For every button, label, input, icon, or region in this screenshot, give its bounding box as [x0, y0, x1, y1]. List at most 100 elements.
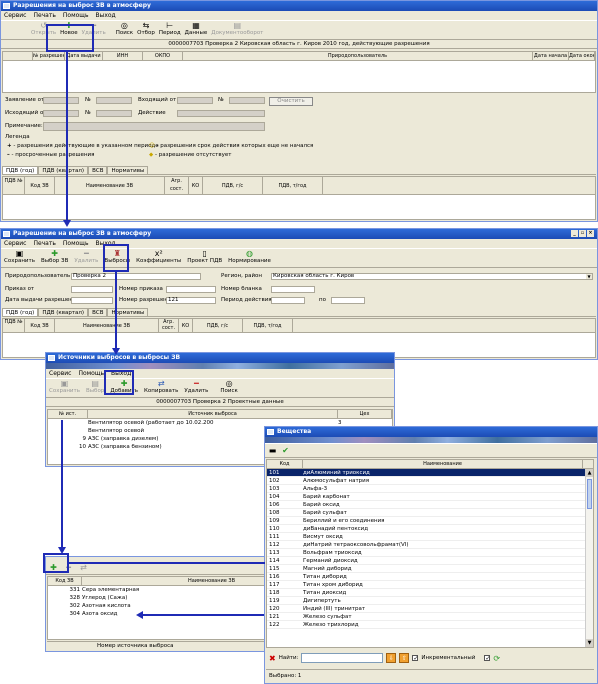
incoming-date-field[interactable]: [177, 97, 213, 104]
save-button-3[interactable]: ▣ Сохранить: [49, 379, 80, 395]
permits-grid[interactable]: № разрешения Дата выдачи ИНН ОКПО Природ…: [2, 51, 596, 93]
col-pdv-gs-2[interactable]: ПДВ, г/с: [193, 319, 243, 332]
col-okpo[interactable]: ОКПО: [143, 52, 183, 60]
col-ko[interactable]: КО: [189, 177, 203, 194]
tab-pdv-quarter[interactable]: ПДВ (квартал): [38, 166, 89, 174]
substance-row[interactable]: 112 диНатрий тетраоксовольфрамат(VI): [267, 541, 593, 549]
substance-row[interactable]: 103 Альфа-3: [267, 485, 593, 493]
select-zv-button[interactable]: ✚ Выбор ЗВ: [41, 249, 68, 265]
order-date-field[interactable]: [71, 286, 113, 293]
menu-help[interactable]: Помощь: [63, 11, 89, 20]
copy-button[interactable]: ⇄ Копировать: [144, 379, 178, 395]
application-date-field[interactable]: [43, 97, 79, 104]
normalization-button[interactable]: ◍ Нормирование: [228, 249, 271, 265]
period-to-field[interactable]: [331, 297, 365, 304]
close-icon[interactable]: ×: [587, 230, 594, 237]
col-source-name[interactable]: Источник выброса: [88, 410, 338, 418]
blank-number-field[interactable]: [271, 286, 315, 293]
substance-row[interactable]: 101 диАлюминий триоксид: [267, 469, 593, 477]
select-button-3[interactable]: ▤ Выбор: [86, 379, 104, 395]
period-button[interactable]: ⊢ Период: [159, 21, 181, 37]
col-pdv-ty[interactable]: ПДВ, т/год: [263, 177, 323, 194]
tab-vsv-2[interactable]: ВСВ: [88, 308, 108, 316]
outgoing-date-field[interactable]: [43, 110, 79, 117]
permit-number-field[interactable]: 121: [166, 297, 216, 304]
substance-row[interactable]: 111 Висмут оксид: [267, 533, 593, 541]
dropdown-arrow-icon[interactable]: ▼: [586, 274, 592, 279]
col-inn[interactable]: ИНН: [103, 52, 143, 60]
tab-pdv-quarter-2[interactable]: ПДВ (квартал): [38, 308, 89, 316]
col-zv-code[interactable]: Код ЗВ: [25, 177, 55, 194]
substance-row[interactable]: 118 Титан диоксид: [267, 589, 593, 597]
substance-row[interactable]: 114 Германий диоксид: [267, 557, 593, 565]
search-button[interactable]: ◎ Поиск: [116, 21, 133, 37]
menu-service-3[interactable]: Сервис: [49, 369, 71, 378]
tab-vsv[interactable]: ВСВ: [88, 166, 108, 174]
substance-row[interactable]: 116 Титан диборид: [267, 573, 593, 581]
col-substance-name[interactable]: Наименование: [303, 460, 583, 468]
delete-button-3[interactable]: ━ Удалить: [184, 379, 208, 395]
scroll-down-icon[interactable]: ▼: [586, 639, 593, 647]
col-user[interactable]: Природопользователь: [183, 52, 533, 60]
substance-row[interactable]: 113 Вольфрам триоксид: [267, 549, 593, 557]
outgoing-number-field[interactable]: [96, 110, 132, 117]
substance-row[interactable]: 109 Бериллий и его соединения: [267, 517, 593, 525]
col-zv-code-2[interactable]: Код ЗВ: [25, 319, 55, 332]
filter-button[interactable]: ⇆ Отбор: [137, 21, 155, 37]
col-pdv-no[interactable]: ПДВ №: [3, 177, 25, 194]
substance-row[interactable]: 119 Дигипертуть: [267, 597, 593, 605]
menu-service-2[interactable]: Сервис: [4, 239, 26, 248]
filter-checkbox[interactable]: ✓: [484, 655, 490, 662]
col-pdv-gs[interactable]: ПДВ, г/с: [203, 177, 263, 194]
col-substance-code[interactable]: Код: [267, 460, 303, 468]
substance-row[interactable]: 104 Барий карбонат: [267, 493, 593, 501]
substance-row[interactable]: 108 Барий сульфат: [267, 509, 593, 517]
substance-row[interactable]: 102 Алюмосульфат натрия: [267, 477, 593, 485]
note-field[interactable]: [43, 122, 265, 131]
col-source-no[interactable]: № ист.: [48, 410, 88, 418]
substance-row[interactable]: 120 Индий (III) тринитрат: [267, 605, 593, 613]
col-ko-2[interactable]: КО: [179, 319, 193, 332]
tab-pdv-year-2[interactable]: ПДВ (год): [2, 308, 39, 316]
project-pdv-button[interactable]: ▯ Проект ПДВ: [187, 249, 222, 265]
menu-help-3[interactable]: Помощь: [78, 369, 104, 378]
substance-search-input[interactable]: [301, 653, 384, 663]
menu-exit[interactable]: Выход: [95, 11, 115, 20]
maximize-icon[interactable]: ▫: [579, 230, 586, 237]
coefficients-button[interactable]: x² Коэффициенты: [136, 249, 181, 265]
col-zv-name-2[interactable]: Наименование ЗВ: [55, 319, 159, 332]
col-issue-date[interactable]: Дата выдачи: [65, 52, 103, 60]
col-permit-no[interactable]: № разрешения: [33, 52, 65, 60]
delete-button-2[interactable]: ━ Удалить: [74, 249, 98, 265]
user-field[interactable]: Проверка 2: [71, 273, 201, 280]
col-agr-2[interactable]: Агр. сост.: [159, 319, 179, 332]
issue-date-field[interactable]: [71, 297, 113, 304]
col-end-date[interactable]: Дата окон: [569, 52, 595, 60]
incremental-checkbox[interactable]: ✓: [412, 655, 418, 662]
substance-row[interactable]: 115 Магний диборид: [267, 565, 593, 573]
substances-grid[interactable]: Код Наименование 101 диАлюминий триоксид 1…: [266, 459, 594, 648]
col-start-date[interactable]: Дата начала: [533, 52, 569, 60]
tab-pdv-year[interactable]: ПДВ (год): [2, 166, 39, 174]
tab-norms-2[interactable]: Нормативы: [107, 308, 149, 316]
order-number-field[interactable]: [166, 286, 216, 293]
refresh-icon[interactable]: ⟳: [493, 654, 500, 663]
menu-print[interactable]: Печать: [33, 11, 55, 20]
copy-pollutant-button[interactable]: ⇄: [79, 563, 88, 572]
substance-row[interactable]: 117 Титан хром диборид: [267, 581, 593, 589]
docflow-button[interactable]: ▤ Документооборот: [211, 21, 263, 37]
region-select[interactable]: Кировская область г. Киров ▼: [271, 273, 593, 280]
substances-scrollbar[interactable]: ▲ ▼: [585, 469, 593, 647]
substance-row[interactable]: 110 диВанадий пентоксид: [267, 525, 593, 533]
col-pdv-ty-2[interactable]: ПДВ, т/год: [243, 319, 293, 332]
application-number-field[interactable]: [96, 97, 132, 104]
scroll-up-icon[interactable]: ▲: [586, 469, 593, 477]
search-up-icon[interactable]: ⇧: [399, 653, 410, 663]
data-button[interactable]: ▦ Данные: [185, 21, 208, 37]
menu-help-2[interactable]: Помощь: [63, 239, 89, 248]
scroll-thumb[interactable]: [587, 479, 592, 509]
minimize-icon[interactable]: _: [571, 230, 578, 237]
period-from-field[interactable]: [271, 297, 305, 304]
col-pdv-no-2[interactable]: ПДВ №: [3, 319, 25, 332]
substance-row[interactable]: 121 Железо сульфат: [267, 613, 593, 621]
